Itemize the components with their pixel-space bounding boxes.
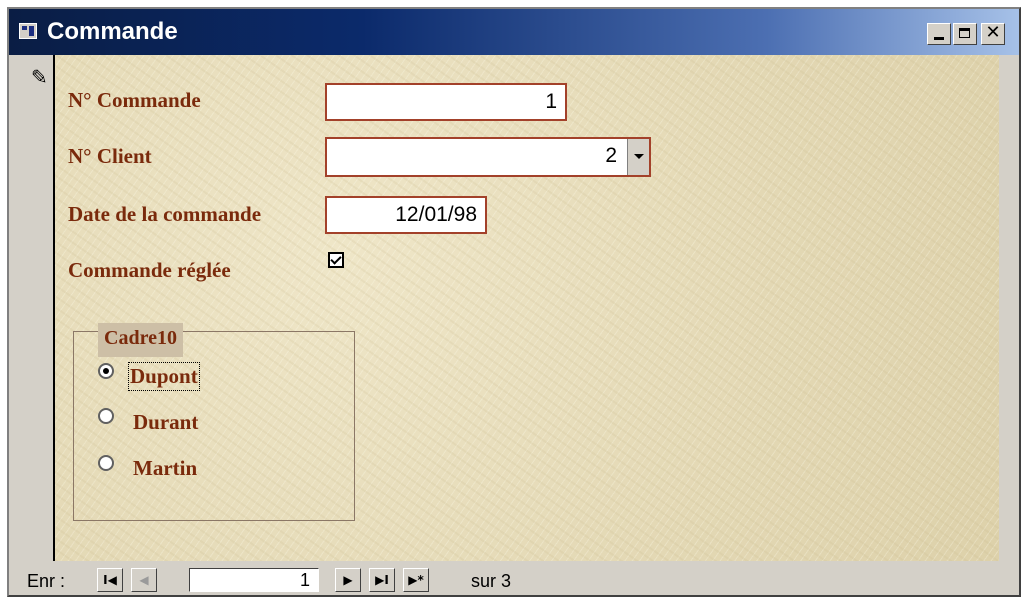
new-record-icon: ▶* <box>408 573 424 587</box>
order-date-label: Date de la commande <box>68 202 262 226</box>
client-number-value: 2 <box>605 144 617 167</box>
last-record-button[interactable]: ▶I <box>369 568 395 592</box>
current-record-input[interactable]: 1 <box>189 568 319 592</box>
order-number-label: N° Commande <box>68 88 201 112</box>
last-record-icon: ▶I <box>375 573 389 587</box>
client-number-label: N° Client <box>68 144 152 168</box>
first-record-button[interactable]: I◀ <box>97 568 123 592</box>
previous-record-icon: ◀ <box>139 573 149 587</box>
minimize-button[interactable] <box>927 23 951 45</box>
maximize-button[interactable] <box>953 23 977 45</box>
option-label-dupont[interactable]: Dupont <box>128 362 200 391</box>
radio-dupont[interactable] <box>98 363 114 379</box>
vertical-scrollbar-area <box>999 55 1019 561</box>
radio-martin[interactable] <box>98 455 114 471</box>
close-icon: ✕ <box>985 22 1001 43</box>
new-record-button[interactable]: ▶* <box>403 568 429 592</box>
record-total: sur 3 <box>471 571 512 591</box>
next-record-button[interactable]: ▶ <box>335 568 361 592</box>
pencil-icon: ✎ <box>31 65 48 89</box>
previous-record-button[interactable]: ◀ <box>131 568 157 592</box>
option-label-martin[interactable]: Martin <box>133 456 197 481</box>
client-number-combobox[interactable]: 2 <box>325 137 651 177</box>
record-label: Enr : <box>27 571 66 591</box>
radio-durant[interactable] <box>98 408 114 424</box>
order-paid-label: Commande réglée <box>68 258 231 282</box>
option-group-frame <box>73 331 355 521</box>
option-group-title: Cadre10 <box>98 323 183 357</box>
access-form-window: Commande ✕ ✎ N° Commande 1 N° Client 2 D… <box>7 7 1021 597</box>
record-navigation-bar: Enr : I◀ ◀ 1 ▶ ▶I ▶* sur 3 <box>9 565 1019 595</box>
title-bar[interactable]: Commande ✕ <box>9 9 1019 55</box>
order-number-field[interactable]: 1 <box>325 83 567 121</box>
option-label-durant[interactable]: Durant <box>133 410 198 435</box>
first-record-icon: I◀ <box>103 573 117 587</box>
order-date-field[interactable]: 12/01/98 <box>325 196 487 234</box>
close-button[interactable]: ✕ <box>981 23 1005 45</box>
dropdown-arrow-icon[interactable] <box>627 139 649 175</box>
window-title: Commande <box>47 18 178 45</box>
form-icon <box>19 23 37 39</box>
record-selector[interactable]: ✎ <box>9 55 55 561</box>
order-paid-checkbox[interactable] <box>328 252 344 268</box>
next-record-icon: ▶ <box>343 573 353 587</box>
